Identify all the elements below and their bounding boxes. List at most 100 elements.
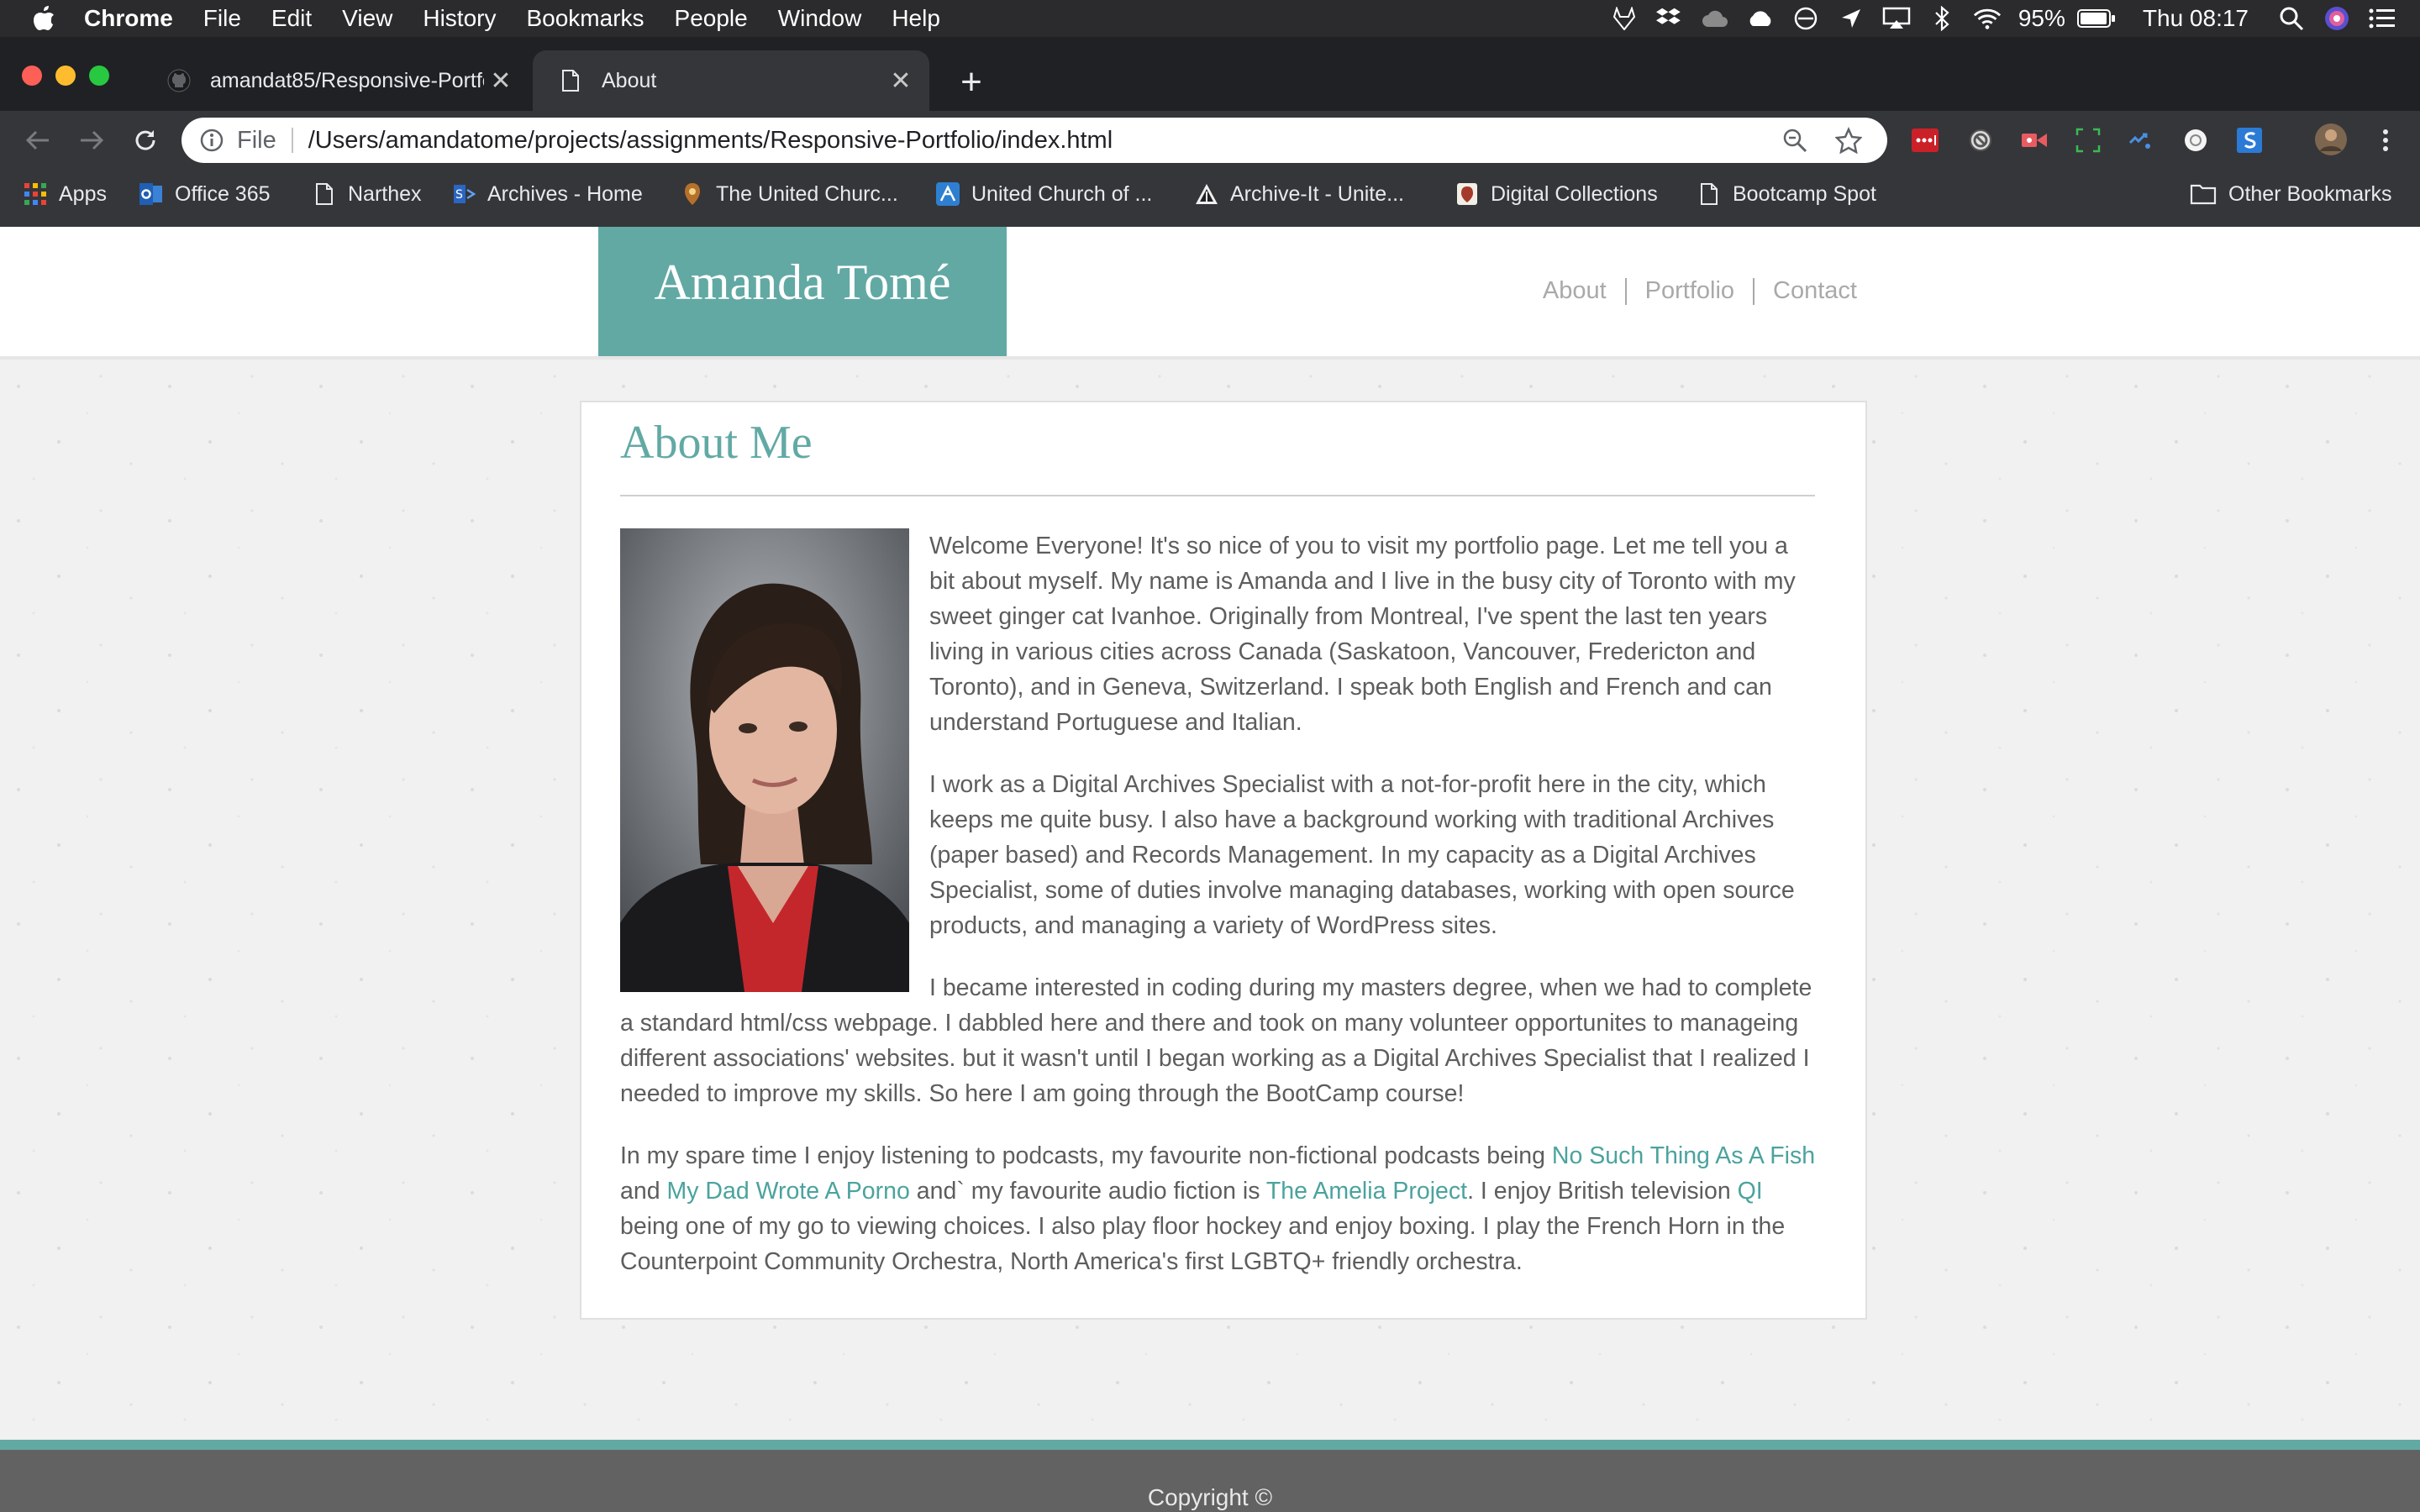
other-bookmarks[interactable]: Other Bookmarks — [2190, 170, 2392, 218]
site-header: Amanda Tomé About Portfolio Contact — [0, 227, 2420, 360]
page-icon — [313, 182, 336, 206]
bookmark-united-church-1[interactable]: The United Churc... — [681, 170, 898, 218]
menu-app-name[interactable]: Chrome — [84, 5, 173, 32]
lastpass-extension-icon[interactable] — [1911, 126, 1939, 155]
menu-file[interactable]: File — [203, 5, 241, 32]
bluetooth-icon[interactable] — [1928, 4, 1956, 33]
menu-history[interactable]: History — [423, 5, 496, 32]
bookmark-label: Apps — [59, 181, 107, 206]
menu-window[interactable]: Window — [778, 5, 862, 32]
forward-arrow-icon[interactable] — [74, 123, 109, 158]
bookmark-label: Archives - Home — [487, 181, 643, 206]
crest-icon — [681, 182, 704, 206]
kebab-menu-icon[interactable] — [2371, 126, 2400, 155]
site-footer: Copyright © — [0, 1440, 2420, 1512]
profile-photo — [620, 528, 909, 992]
bookmark-star-icon[interactable] — [1833, 125, 1864, 155]
link-extension-icon[interactable] — [2126, 126, 2154, 155]
bookmark-united-church-2[interactable]: United Church of ... — [936, 170, 1152, 218]
svg-text:S: S — [455, 188, 463, 202]
wifi-icon[interactable] — [1973, 4, 2002, 33]
clock[interactable]: Thu 08:17 — [2143, 5, 2249, 32]
browser-toolbar: File /Users/amandatome/projects/assignme… — [0, 111, 2420, 170]
nav-portfolio[interactable]: Portfolio — [1627, 277, 1753, 305]
tv-link-qi[interactable]: QI — [1738, 1178, 1763, 1205]
do-not-disturb-icon[interactable] — [1791, 4, 1820, 33]
bookmark-archive-it[interactable]: Archive-It - Unite... — [1195, 170, 1404, 218]
apple-menu-icon[interactable] — [34, 6, 59, 31]
other-bookmarks-label: Other Bookmarks — [2228, 181, 2392, 206]
tab-github[interactable]: amandat85/Responsive-Portfolio ✕ — [141, 50, 529, 111]
zoom-icon[interactable] — [1780, 125, 1810, 155]
tab-about[interactable]: About ✕ — [533, 50, 929, 111]
about-paragraph-4: In my spare time I enjoy listening to po… — [620, 1138, 1817, 1279]
folder-icon — [2190, 182, 2217, 206]
heading-divider — [620, 495, 1815, 496]
dropbox-icon[interactable] — [1655, 4, 1684, 33]
page-title: About Me — [620, 417, 813, 469]
scheme-label: File — [237, 126, 276, 154]
nav-about[interactable]: About — [1524, 277, 1625, 305]
site-brand[interactable]: Amanda Tomé — [598, 227, 1007, 356]
reload-icon[interactable] — [128, 123, 163, 158]
bookmark-bootcamp-spot[interactable]: Bootcamp Spot — [1697, 170, 1876, 218]
nav-contact[interactable]: Contact — [1754, 277, 1857, 305]
window-minimize-button[interactable] — [55, 66, 76, 86]
site-info-icon[interactable] — [200, 128, 225, 153]
apps-grid-icon — [24, 182, 47, 206]
tab-title: About — [602, 68, 657, 92]
podcast-link-amelia-project[interactable]: The Amelia Project — [1266, 1178, 1467, 1205]
stylebot-extension-icon[interactable] — [2235, 126, 2264, 155]
bookmark-label: Narthex — [348, 181, 422, 206]
bookmark-digital-collections[interactable]: Digital Collections — [1455, 170, 1658, 218]
macos-menubar: Chrome File Edit View History Bookmarks … — [0, 0, 2420, 37]
tab-title: amandat85/Responsive-Portfolio — [210, 68, 484, 92]
notification-center-icon[interactable] — [2368, 4, 2396, 33]
window-close-button[interactable] — [22, 66, 42, 86]
tab-close-icon[interactable]: ✕ — [484, 64, 518, 97]
screenshot-extension-icon[interactable] — [2074, 126, 2102, 155]
page-icon — [558, 68, 583, 93]
airplay-icon[interactable] — [1882, 4, 1911, 33]
menu-help[interactable]: Help — [892, 5, 940, 32]
menu-people[interactable]: People — [675, 5, 748, 32]
paragraph-text: . I enjoy British television — [1467, 1178, 1738, 1205]
location-arrow-icon — [1837, 4, 1865, 33]
paragraph-text: In my spare time I enjoy listening to po… — [620, 1142, 1552, 1169]
menu-edit[interactable]: Edit — [271, 5, 312, 32]
video-extension-icon[interactable] — [2020, 126, 2049, 155]
podcast-link-my-dad-wrote[interactable]: My Dad Wrote A Porno — [666, 1178, 909, 1205]
spotlight-search-icon[interactable] — [2277, 4, 2306, 33]
menu-bookmarks[interactable]: Bookmarks — [526, 5, 644, 32]
tab-close-icon[interactable]: ✕ — [884, 64, 918, 97]
podcast-link-no-such-thing[interactable]: No Such Thing As A Fish — [1552, 1142, 1815, 1169]
about-content: Welcome Everyone! It's so nice of you to… — [620, 528, 1817, 1306]
url-text[interactable]: /Users/amandatome/projects/assignments/R… — [308, 127, 1780, 155]
battery-percent: 95% — [2018, 5, 2065, 31]
block-extension-icon[interactable] — [1966, 126, 1995, 155]
site-nav: About Portfolio Contact — [1524, 277, 1857, 305]
battery-icon[interactable] — [2076, 4, 2116, 33]
bookmark-office-365[interactable]: Office 365 — [139, 170, 271, 218]
circle-extension-icon[interactable] — [2181, 126, 2210, 155]
new-tab-plus-icon[interactable]: + — [953, 61, 990, 102]
back-arrow-icon[interactable] — [20, 123, 55, 158]
brand-name: Amanda Tomé — [654, 255, 951, 310]
bookmark-narthex[interactable]: Narthex — [313, 170, 422, 218]
paragraph-text: and` my favourite audio fiction is — [909, 1178, 1266, 1205]
menu-view[interactable]: View — [342, 5, 392, 32]
gitlab-fox-icon[interactable] — [1610, 4, 1639, 33]
cloud-app-icon[interactable] — [1746, 4, 1775, 33]
window-zoom-button[interactable] — [89, 66, 109, 86]
avatar[interactable] — [2314, 123, 2348, 156]
cloud-sync-icon[interactable] — [1701, 4, 1729, 33]
collections-crest-icon — [1455, 182, 1479, 206]
bookmark-label: United Church of ... — [971, 181, 1153, 206]
about-card: About Me Welcome Everyone! It's so nice … — [580, 401, 1867, 1320]
address-bar[interactable]: File /Users/amandatome/projects/assignme… — [182, 118, 1887, 163]
bookmark-archives-home[interactable]: S Archives - Home — [452, 170, 643, 218]
bookmark-apps[interactable]: Apps — [24, 170, 107, 218]
siri-icon[interactable] — [2323, 4, 2351, 33]
church-logo-icon — [936, 182, 960, 206]
tab-strip: amandat85/Responsive-Portfolio ✕ About ✕… — [0, 37, 2420, 111]
